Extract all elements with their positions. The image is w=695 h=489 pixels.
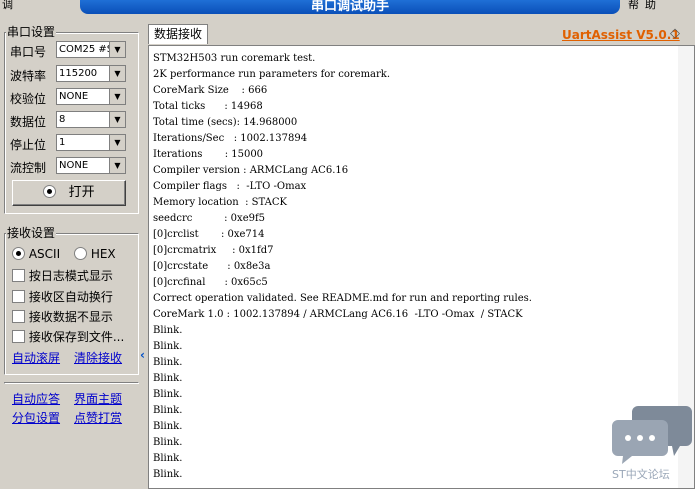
chevron-down-icon[interactable]: ▼ (109, 158, 125, 173)
received-line: seedcrc : 0xe9f5 (153, 213, 266, 224)
received-line: Blink. (153, 469, 183, 480)
radio-ascii-label: ASCII (28, 247, 61, 261)
databits-select[interactable]: 8 ▼ (56, 111, 126, 128)
checkbox-hide-data[interactable]: 接收数据不显示 (12, 308, 113, 325)
received-line: Total time (secs): 14.968000 (153, 117, 298, 128)
baud-value: 115200 (59, 68, 98, 79)
checkbox-auto-wrap[interactable]: 接收区自动换行 (12, 288, 113, 305)
brand-link[interactable]: UartAssist V5.0.1 (562, 28, 680, 42)
chevron-left-icon[interactable]: ‹ (140, 348, 145, 362)
clear-recv-link[interactable]: 清除接收 (74, 349, 122, 366)
open-port-label: 打开 (68, 185, 95, 200)
recv-settings-title: 接收设置 (6, 224, 57, 241)
received-line: Iterations/Sec : 1002.137894 (153, 133, 308, 144)
received-line: [0]crcstate : 0x8e3a (153, 261, 271, 272)
checkbox-log-mode[interactable]: 按日志模式显示 (12, 267, 113, 284)
packet-settings-link[interactable]: 分包设置 (12, 409, 60, 426)
radio-on-icon (12, 247, 25, 260)
received-line: [0]crcfinal : 0x65c5 (153, 277, 268, 288)
checkbox-icon (12, 290, 25, 303)
databits-label: 数据位 (10, 115, 47, 129)
auto-reply-link[interactable]: 自动应答 (12, 390, 60, 407)
parity-value: NONE (59, 91, 89, 102)
tip-link[interactable]: 点赞打赏 (74, 409, 122, 426)
checkbox-hide-data-label: 接收数据不显示 (28, 310, 113, 324)
radio-hex[interactable]: HEX (74, 247, 116, 261)
chevron-down-icon[interactable]: ▼ (109, 89, 125, 104)
received-line: Blink. (153, 437, 183, 448)
chevron-down-icon[interactable]: ▼ (109, 42, 125, 57)
baud-label: 波特率 (10, 69, 47, 83)
received-line: Compiler version : ARMCLang AC6.16 (153, 165, 349, 176)
tab-data-receive[interactable]: 数据接收 (148, 24, 208, 44)
help-button[interactable]: 帮 (628, 0, 639, 10)
stopbits-label: 停止位 (10, 138, 47, 152)
checkbox-save-file[interactable]: 接收保存到文件... (12, 328, 124, 345)
baud-select[interactable]: 115200 ▼ (56, 65, 126, 82)
app-menu-button[interactable]: 调 (0, 0, 42, 12)
serial-settings-title: 串口设置 (6, 23, 57, 40)
stopbits-value: 1 (59, 137, 66, 148)
divider (4, 382, 139, 384)
received-line: CoreMark Size : 666 (153, 85, 268, 96)
watermark: ST中文论坛 (612, 404, 692, 484)
checkbox-log-mode-label: 按日志模式显示 (28, 269, 113, 283)
ui-theme-link[interactable]: 界面主题 (74, 390, 122, 407)
received-line: Correct operation validated. See README.… (153, 293, 532, 304)
title-right-controls: 帮助 (628, 0, 695, 12)
received-line: [0]crclist : 0xe714 (153, 229, 265, 240)
received-line: Blink. (153, 405, 183, 416)
flowctrl-select[interactable]: NONE ▼ (56, 157, 126, 174)
radio-ascii[interactable]: ASCII (12, 247, 60, 261)
chevron-down-icon[interactable]: ▼ (109, 135, 125, 150)
parity-select[interactable]: NONE ▼ (56, 88, 126, 105)
flowctrl-value: NONE (59, 160, 89, 171)
received-line: Blink. (153, 357, 183, 368)
received-line: Blink. (153, 373, 183, 384)
diamond-icon[interactable]: ◇ (670, 26, 680, 41)
received-line: Blink. (153, 421, 183, 432)
port-label: 串口号 (10, 45, 47, 59)
chevron-down-icon[interactable]: ▼ (109, 66, 125, 81)
received-line: Total ticks : 14968 (153, 101, 263, 112)
parity-label: 校验位 (10, 92, 47, 106)
received-line: Memory location : STACK (153, 197, 287, 208)
open-port-button[interactable]: 打开 (12, 180, 126, 206)
received-text: STM32H503 run coremark test. 2K performan… (153, 51, 532, 483)
received-line: [0]crcmatrix : 0x1fd7 (153, 245, 274, 256)
received-line: Blink. (153, 341, 183, 352)
radio-hex-label: HEX (90, 247, 116, 261)
autoscroll-link[interactable]: 自动滚屏 (12, 349, 60, 366)
checkbox-icon (12, 310, 25, 323)
checkbox-icon (12, 269, 25, 282)
checkbox-icon (12, 330, 25, 343)
checkbox-auto-wrap-label: 接收区自动换行 (28, 290, 113, 304)
watermark-text: ST中文论坛 (612, 468, 670, 481)
record-icon (43, 185, 57, 198)
databits-value: 8 (59, 114, 66, 125)
radio-off-icon (74, 247, 87, 260)
received-line: 2K performance run parameters for corema… (153, 69, 391, 80)
chat-bubble-icon (612, 406, 692, 464)
port-select[interactable]: COM25 #ST ▼ (56, 41, 126, 58)
checkbox-save-file-label: 接收保存到文件... (28, 330, 125, 344)
chevron-down-icon[interactable]: ▼ (109, 112, 125, 127)
title-bar: 调 串口调试助手 帮助 (0, 0, 695, 14)
help-button-2[interactable]: 助 (645, 0, 656, 10)
flowctrl-label: 流控制 (10, 161, 47, 175)
received-line: Blink. (153, 389, 183, 400)
received-line: CoreMark 1.0 : 1002.137894 / ARMCLang AC… (153, 309, 523, 320)
stopbits-select[interactable]: 1 ▼ (56, 134, 126, 151)
panel-splitter[interactable]: ‹ (140, 310, 146, 410)
window-title: 串口调试助手 (80, 0, 620, 14)
received-line: Compiler flags : -LTO -Omax (153, 181, 307, 192)
received-line: Blink. (153, 325, 183, 336)
received-line: Iterations : 15000 (153, 149, 264, 160)
received-line: Blink. (153, 453, 183, 464)
received-line: STM32H503 run coremark test. (153, 53, 316, 64)
